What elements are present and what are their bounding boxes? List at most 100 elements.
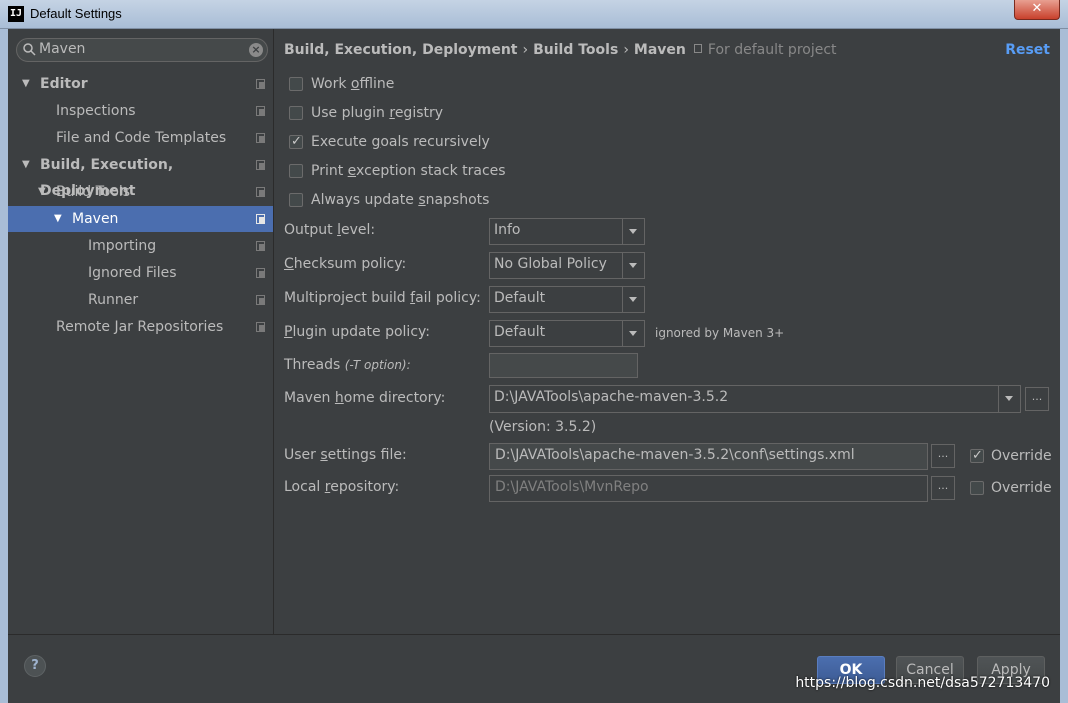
maven-home-select[interactable]: D:\JAVATools\apache-maven-3.5.2 — [489, 385, 1021, 413]
checkbox-label: Work offline — [311, 76, 395, 92]
settings-search-input[interactable]: Maven × — [16, 38, 268, 62]
project-scope-icon — [256, 160, 265, 170]
tree-item-label: Remote Jar Repositories — [56, 319, 224, 335]
breadcrumb-separator: › — [522, 42, 529, 58]
checkbox-box[interactable] — [970, 481, 984, 495]
tree-item-build-execution-deployment[interactable]: ▼ Build, Execution, Deployment — [8, 152, 273, 199]
breadcrumb-part: Build, Execution, Deployment — [284, 42, 518, 58]
tree-item-editor[interactable]: ▼ Editor — [8, 71, 273, 97]
fail-policy-select[interactable]: Default — [489, 286, 645, 313]
maven-home-label: Maven home directory: — [284, 390, 446, 406]
select-value: Default — [494, 290, 546, 306]
tree-item-build-tools[interactable]: ▼ Build Tools — [8, 179, 273, 205]
help-button[interactable]: ? — [24, 655, 46, 677]
dropdown-arrow-icon[interactable] — [622, 287, 644, 312]
project-scope-icon — [256, 214, 265, 224]
tree-item-runner[interactable]: Runner — [8, 287, 273, 313]
project-scope-icon — [256, 79, 265, 89]
threads-option-hint: (-T option): — [344, 358, 411, 372]
tree-item-file-templates[interactable]: File and Code Templates — [8, 125, 273, 151]
plugin-update-policy-label: Plugin update policy: — [284, 324, 431, 340]
checkbox-box[interactable] — [970, 445, 984, 467]
select-value: No Global Policy — [494, 256, 607, 272]
user-settings-input[interactable]: D:\JAVATools\apache-maven-3.5.2\conf\set… — [489, 443, 928, 470]
project-scope-icon — [256, 295, 265, 305]
user-settings-browse-button[interactable]: ... — [931, 444, 955, 468]
breadcrumb-part: Build Tools — [533, 42, 619, 58]
window-frame-left — [0, 29, 8, 703]
checkbox-box[interactable] — [289, 193, 303, 207]
tree-item-label: Editor — [40, 76, 88, 92]
tree-item-label: Build Tools — [56, 184, 131, 200]
threads-label: Threads (-T option): — [284, 357, 411, 373]
clear-search-icon[interactable]: × — [249, 43, 263, 57]
project-scope-icon — [256, 322, 265, 332]
expanded-arrow-icon[interactable]: ▼ — [54, 206, 62, 232]
expanded-arrow-icon[interactable]: ▼ — [38, 179, 46, 205]
checkbox-box[interactable] — [289, 106, 303, 120]
input-value: D:\JAVATools\MvnRepo — [495, 479, 649, 495]
plugin-update-hint: ignored by Maven 3+ — [655, 326, 785, 340]
checksum-policy-select[interactable]: No Global Policy — [489, 252, 645, 279]
window-frame-right — [1060, 29, 1068, 703]
checkbox-box[interactable] — [289, 131, 303, 153]
checkbox-box[interactable] — [289, 164, 303, 178]
input-value: D:\JAVATools\apache-maven-3.5.2\conf\set… — [495, 447, 855, 463]
watermark-text: https://blog.csdn.net/dsa572713470 — [795, 675, 1050, 691]
tree-item-label: Maven — [72, 211, 119, 227]
maven-home-browse-button[interactable]: ... — [1025, 387, 1049, 411]
breadcrumb-scope: For default project — [707, 42, 837, 58]
local-repository-browse-button[interactable]: ... — [931, 476, 955, 500]
output-level-select[interactable]: Info — [489, 218, 645, 245]
checkbox-label: Override — [991, 448, 1052, 464]
dropdown-arrow-icon[interactable] — [998, 386, 1020, 412]
expanded-arrow-icon[interactable]: ▼ — [22, 71, 30, 97]
tree-item-maven[interactable]: ▼ Maven — [8, 206, 273, 232]
user-settings-label: User settings file: — [284, 447, 407, 463]
tree-item-label: Ignored Files — [88, 265, 177, 281]
threads-input[interactable] — [489, 353, 638, 378]
local-repository-label: Local repository: — [284, 479, 400, 495]
tree-item-label: Runner — [88, 292, 139, 308]
project-scope-icon — [256, 106, 265, 116]
breadcrumb: Build, Execution, Deployment › Build Tools… — [284, 42, 837, 58]
project-scope-icon — [256, 187, 265, 197]
checkbox-label: Print exception stack traces — [311, 163, 506, 179]
breadcrumb-separator: › — [623, 42, 629, 58]
tree-item-importing[interactable]: Importing — [8, 233, 273, 259]
checkbox-label: Always update snapshots — [311, 192, 490, 208]
maven-settings-panel: Build, Execution, Deployment › Build Tools… — [275, 29, 1060, 634]
local-repository-input[interactable]: D:\JAVATools\MvnRepo — [489, 475, 928, 502]
dropdown-arrow-icon[interactable] — [622, 219, 644, 244]
tree-item-remote-jar-repositories[interactable]: Remote Jar Repositories — [8, 314, 273, 340]
window-close-button[interactable]: ✕ — [1014, 0, 1060, 20]
expanded-arrow-icon[interactable]: ▼ — [22, 152, 30, 178]
plugin-update-policy-select[interactable]: Default — [489, 320, 645, 347]
tree-item-ignored-files[interactable]: Ignored Files — [8, 260, 273, 286]
output-level-label: Output level: — [284, 222, 376, 238]
checkbox-label: Use plugin registry — [311, 105, 444, 121]
search-text: Maven — [39, 41, 86, 57]
window-title: Default Settings — [30, 6, 122, 21]
dropdown-arrow-icon[interactable] — [622, 321, 644, 346]
project-scope-icon — [256, 133, 265, 143]
project-scope-icon — [693, 44, 702, 53]
checkbox-label: Execute goals recursively — [311, 134, 490, 150]
project-scope-icon — [256, 241, 265, 251]
dropdown-arrow-icon[interactable] — [622, 253, 644, 278]
project-scope-icon — [256, 268, 265, 278]
checkbox-label: Override — [991, 480, 1052, 496]
breadcrumb-part: Maven — [633, 42, 686, 58]
title-bar: IJ Default Settings ✕ — [0, 0, 1068, 29]
reset-link[interactable]: Reset — [1005, 42, 1050, 58]
checksum-policy-label: Checksum policy: — [284, 256, 407, 272]
settings-sidebar: Maven × ▼ Editor Inspections File and Co… — [8, 29, 274, 634]
checkbox-box[interactable] — [289, 77, 303, 91]
tree-item-label: File and Code Templates — [56, 130, 227, 146]
select-value: Info — [494, 222, 521, 238]
tree-item-label: Inspections — [56, 103, 136, 119]
select-value: D:\JAVATools\apache-maven-3.5.2 — [494, 389, 729, 405]
tree-item-inspections[interactable]: Inspections — [8, 98, 273, 124]
dialog-button-bar: ? OK Cancel Apply https://blog.csdn.net/… — [8, 634, 1060, 703]
intellij-app-icon: IJ — [8, 6, 24, 22]
